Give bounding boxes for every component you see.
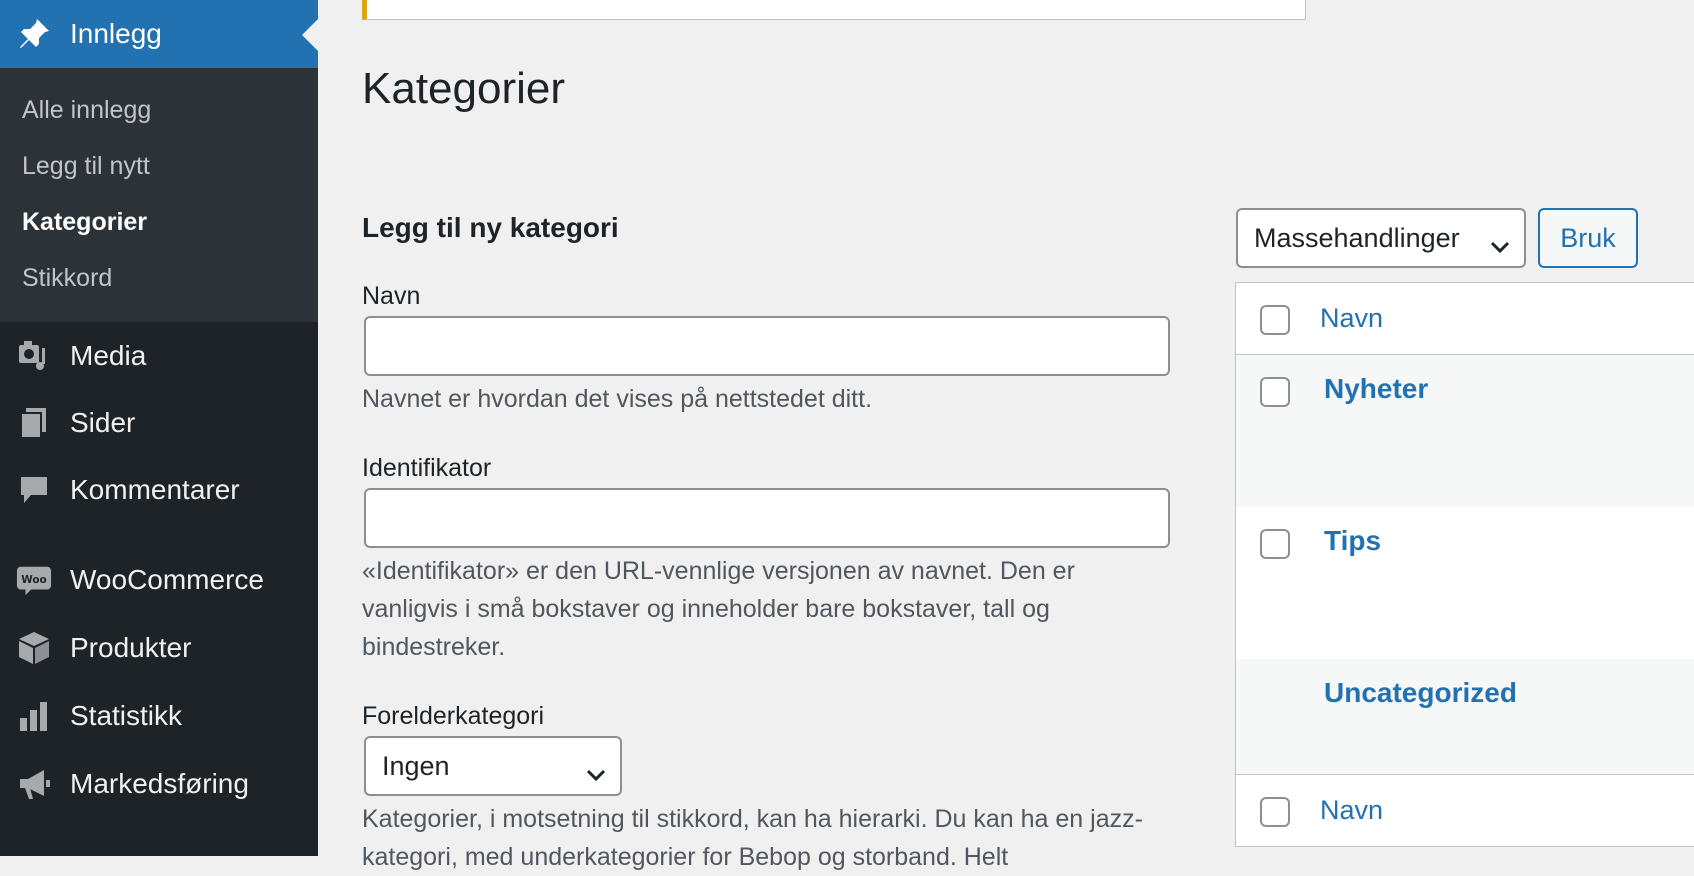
apply-button[interactable]: Bruk xyxy=(1538,208,1638,268)
bar-chart-icon xyxy=(16,698,52,734)
menu-item-kommentarer[interactable]: Kommentarer xyxy=(0,460,318,520)
menu-item-sider[interactable]: Sider xyxy=(0,393,318,453)
menu-item-media[interactable]: Media xyxy=(0,326,318,386)
category-name-link[interactable]: Nyheter xyxy=(1324,373,1428,405)
bulk-actions-select[interactable]: Massehandlinger xyxy=(1236,208,1526,268)
submenu-item-alle-innlegg[interactable]: Alle innlegg xyxy=(22,96,151,125)
woocommerce-icon-text: Woo xyxy=(21,574,46,586)
column-header-name[interactable]: Navn xyxy=(1320,303,1383,334)
category-name-link[interactable]: Uncategorized xyxy=(1324,677,1517,709)
woocommerce-icon: Woo xyxy=(16,562,52,598)
slug-field-label: Identifikator xyxy=(362,454,492,482)
megaphone-icon xyxy=(16,766,52,802)
category-name-link[interactable]: Tips xyxy=(1324,525,1381,557)
box-icon xyxy=(16,630,52,666)
parent-category-select[interactable]: Ingen xyxy=(364,736,622,796)
table-row: Uncategorized xyxy=(1236,659,1694,775)
pin-icon xyxy=(16,16,52,52)
menu-label-woocommerce: WooCommerce xyxy=(70,564,264,595)
submenu-item-legg-til-nytt[interactable]: Legg til nytt xyxy=(22,152,150,181)
comment-icon xyxy=(16,472,52,508)
name-input[interactable] xyxy=(364,316,1170,376)
name-field-label: Navn xyxy=(362,282,421,310)
select-all-checkbox[interactable] xyxy=(1260,305,1290,335)
slug-help-text: «Identifikator» er den URL-vennlige vers… xyxy=(362,557,1075,661)
active-menu-arrow xyxy=(302,19,318,51)
page-title: Kategorier xyxy=(362,64,566,113)
menu-item-statistikk[interactable]: Statistikk xyxy=(0,686,318,746)
submenu-item-stikkord[interactable]: Stikkord xyxy=(22,264,112,293)
table-row: Nyheter xyxy=(1236,355,1694,507)
submenu-item-kategorier[interactable]: Kategorier xyxy=(22,208,147,237)
menu-label-media: Media xyxy=(70,340,147,371)
menu-item-woocommerce[interactable]: Woo WooCommerce xyxy=(0,550,318,610)
menu-label-markedsforing: Markedsføring xyxy=(70,768,249,799)
chevron-down-icon xyxy=(1490,230,1510,261)
pages-icon xyxy=(16,405,52,441)
table-footer-row: Navn xyxy=(1236,775,1694,847)
menu-label-statistikk: Statistikk xyxy=(70,700,183,731)
column-footer-name[interactable]: Navn xyxy=(1320,795,1383,826)
parent-help-text: Kategorier, i motsetning til stikkord, k… xyxy=(362,805,1143,871)
row-checkbox[interactable] xyxy=(1260,377,1290,407)
admin-notice xyxy=(362,0,1306,20)
categories-table: Navn Nyheter Tips Uncategorized Navn xyxy=(1235,282,1694,847)
parent-select-value: Ingen xyxy=(382,750,450,781)
menu-label-kommentarer: Kommentarer xyxy=(70,474,240,505)
menu-label-innlegg: Innlegg xyxy=(70,18,162,49)
table-row: Tips xyxy=(1236,507,1694,659)
chevron-down-icon xyxy=(586,758,606,789)
parent-field-label: Forelderkategori xyxy=(362,702,545,730)
menu-item-produkter[interactable]: Produkter xyxy=(0,618,318,678)
name-help-text: Navnet er hvordan det vises på nettstede… xyxy=(362,385,873,413)
slug-input[interactable] xyxy=(364,488,1170,548)
row-checkbox[interactable] xyxy=(1260,529,1290,559)
table-header-row: Navn xyxy=(1236,283,1694,355)
media-icon xyxy=(16,338,52,374)
menu-item-innlegg[interactable]: Innlegg xyxy=(0,0,318,68)
menu-label-sider: Sider xyxy=(70,407,136,438)
add-category-heading: Legg til ny kategori xyxy=(362,212,619,243)
posts-submenu: Alle innlegg Legg til nytt Kategorier St… xyxy=(0,68,318,322)
menu-label-produkter: Produkter xyxy=(70,632,192,663)
menu-item-markedsforing[interactable]: Markedsføring xyxy=(0,754,318,814)
admin-sidebar: Innlegg Alle innlegg Legg til nytt Kateg… xyxy=(0,0,318,856)
bulk-actions-value: Massehandlinger xyxy=(1254,222,1460,253)
select-all-checkbox-footer[interactable] xyxy=(1260,797,1290,827)
